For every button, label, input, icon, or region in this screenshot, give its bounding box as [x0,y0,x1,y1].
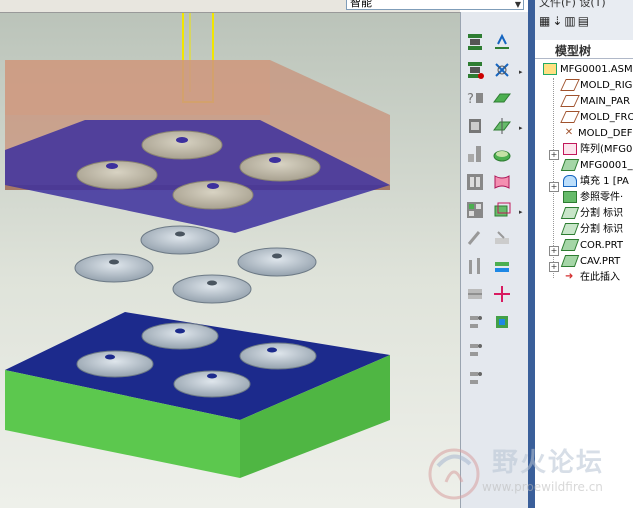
gate-icon[interactable] [464,228,486,248]
extract-icon[interactable] [491,200,513,220]
volume-split-icon[interactable] [491,116,513,136]
watermark-url: www.proewildfire.cn [482,480,603,494]
mold-component-icon[interactable] [491,172,513,192]
mold-toolbar: ? ▸ ▸ ▸ [460,12,529,508]
expand-toggle[interactable]: + [549,262,559,272]
watermark-logo [428,448,480,500]
top-toolbar-strip: 智能 ▼ [0,0,524,13]
reference-model-icon[interactable] [464,60,486,80]
part-icon [560,159,580,171]
expand-toggle[interactable]: + [549,246,559,256]
ejector-pin-icon[interactable] [464,144,486,164]
watermark-title: 野火论坛 [492,448,605,478]
silhouette-curve-icon[interactable] [491,60,513,80]
tree-item[interactable]: MOLD_FRO [560,110,633,126]
mold-open-icon-3[interactable] [464,368,486,388]
tree-panel-title: 模型树 [555,44,592,58]
workpiece-icon[interactable] [464,116,486,136]
expand-toggle[interactable]: + [549,150,559,160]
mold-check-icon[interactable] [491,312,513,332]
mold-model-view[interactable] [0,0,460,508]
tree-item[interactable]: 阵列(MFG0 [563,142,632,158]
trim-icon[interactable] [491,256,513,276]
graphics-window[interactable] [0,0,460,508]
tree-item[interactable]: 分割 标识 [560,206,623,222]
tree-item[interactable]: 参照零件· [563,190,623,206]
tree-item[interactable]: COR.PRT [560,238,623,254]
tree-item[interactable]: MFG0001_ [560,158,633,174]
part-icon [560,239,580,251]
expand-toggle[interactable]: + [549,182,559,192]
waterline-icon[interactable] [464,284,486,304]
split-icon [560,223,580,235]
tree-item[interactable]: 分割 标识 [560,222,623,238]
tree-item[interactable]: MAIN_PAR [560,94,630,110]
tree-item[interactable]: CAV.PRT [560,254,620,270]
navigator-tab-bar[interactable] [528,0,535,508]
tree-item[interactable]: ✕ MOLD_DEF [563,126,633,142]
datum-plane-icon [560,95,580,107]
parting-line-icon[interactable] [491,32,513,52]
svg-text:?: ? [467,92,474,107]
csys-icon: ✕ [564,127,574,138]
runner-icon[interactable] [464,256,486,276]
tree-separator [535,58,633,59]
volume-split-dropdown-caret[interactable]: ▸ [519,124,523,132]
mold-open-icon-2[interactable] [464,340,486,360]
datum-plane-icon [560,111,580,123]
silhouette-dropdown-caret[interactable]: ▸ [519,68,523,76]
analysis-icon[interactable] [491,284,513,304]
mold-base-icon[interactable] [464,172,486,192]
mold-volume-icon[interactable] [491,144,513,164]
cavity-layout-icon[interactable] [464,200,486,220]
mold-open-icon-1[interactable] [464,312,486,332]
assembly-icon [543,63,557,75]
reference-part-icon [563,191,577,203]
insert-here-icon: ➜ [565,271,574,282]
pattern-icon [563,143,577,155]
tree-item[interactable]: MOLD_RIG [560,78,632,94]
mold-layout-icon[interactable] [464,32,486,52]
part-icon [560,255,580,267]
tree-item[interactable]: MFG0001.ASM [543,62,633,78]
forum-watermark: 野火论坛 www.proewildfire.cn [422,440,633,508]
molding-icon[interactable] [491,228,513,248]
selection-filter-dropdown[interactable]: 智能 ▼ [346,0,524,10]
molded-parts[interactable] [74,225,317,304]
shrinkage-icon[interactable]: ? [464,88,486,108]
model-tree-panel: 文件(F) 设(T) ▦⇣▥▤ 模型树 MFG0001.ASM MOLD_RIG… [535,0,633,508]
tree-item[interactable]: ➜ 在此插入 [565,270,620,286]
tree-header: 文件(F) 设(T) ▦⇣▥▤ [535,0,633,40]
tree-tool-icons[interactable]: ▦⇣▥▤ [539,14,591,28]
extract-dropdown-caret[interactable]: ▸ [519,208,523,216]
parting-surface-icon[interactable] [491,88,513,108]
tree-item[interactable]: 填充 1 [PA [563,174,629,190]
selection-filter-value: 智能 [350,0,372,9]
fill-icon [563,175,577,187]
split-icon [560,207,580,219]
datum-plane-icon [560,79,580,91]
tree-menu-bar[interactable]: 文件(F) 设(T) [539,0,606,10]
